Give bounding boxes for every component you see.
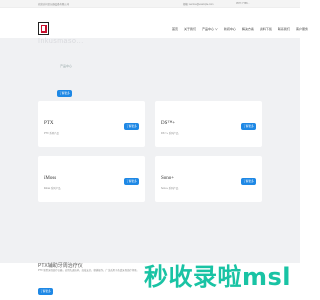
- nav-item-service[interactable]: 客户服务: [296, 27, 308, 31]
- section-watermark-title: Inkusmaso...: [38, 38, 84, 45]
- product-section: Inkusmaso... 产品中心 了解更多 PTX PTX 系列产品 了解更多…: [0, 38, 300, 263]
- card-more-button[interactable]: 了解更多: [241, 123, 256, 130]
- featured-product-text: PTX 新型牙周治疗仪器，应用先进技术，高效安全，便捷操作，广泛适用于各类牙周治…: [38, 269, 139, 272]
- card-desc: DS™+ 系列产品: [161, 132, 179, 135]
- email-text: 邮箱: service@example.com: [183, 2, 214, 6]
- card-name: Sono+: [161, 176, 175, 181]
- card-name: iMoss: [44, 176, 57, 181]
- nav-item-home[interactable]: 首页: [172, 27, 178, 31]
- product-card-ptx[interactable]: PTX PTX 系列产品 了解更多: [38, 101, 145, 147]
- nav-item-contact[interactable]: 联系我们: [278, 27, 290, 31]
- nav-item-news[interactable]: 新闻中心: [224, 27, 236, 31]
- product-card-ds[interactable]: DS™+ DS™+ 系列产品 了解更多: [155, 101, 262, 147]
- company-logo[interactable]: [38, 22, 49, 35]
- main-nav: 首页 关于我们 产品中心 ∨ 新闻中心 解决方案 资料下载 联系我们 客户服务: [172, 27, 314, 31]
- card-name: DS™+: [161, 121, 176, 126]
- card-desc: PTX 系列产品: [44, 132, 59, 135]
- nav-item-products[interactable]: 产品中心 ∨: [202, 27, 218, 31]
- top-info-bar: 欢迎访问某仪器设备有限公司 邮箱: service@example.com 05…: [0, 0, 300, 8]
- card-desc: Sono+ 系列产品: [161, 187, 179, 190]
- site-watermark: 秒收录啦msl: [144, 263, 292, 291]
- nav-item-downloads[interactable]: 资料下载: [260, 27, 272, 31]
- card-name: PTX: [44, 121, 54, 126]
- welcome-text: 欢迎访问某仪器设备有限公司: [38, 2, 70, 6]
- card-more-button[interactable]: 了解更多: [241, 178, 256, 185]
- hero-more-button[interactable]: 了解更多: [57, 90, 72, 97]
- product-card-sono[interactable]: Sono+ Sono+ 系列产品 了解更多: [155, 156, 262, 202]
- card-desc: iMoss 系列产品: [44, 187, 61, 190]
- nav-item-about[interactable]: 关于我们: [184, 27, 196, 31]
- site-header: 首页 关于我们 产品中心 ∨ 新闻中心 解决方案 资料下载 联系我们 客户服务: [0, 8, 308, 38]
- nav-item-solutions[interactable]: 解决方案: [242, 27, 254, 31]
- featured-more-button[interactable]: 了解更多: [38, 288, 53, 295]
- card-more-button[interactable]: 了解更多: [124, 123, 139, 130]
- phone-text: 0577-7788...: [236, 1, 250, 5]
- featured-product-title: PTX辅助牙周治疗仪: [38, 263, 83, 269]
- section-subtitle: 产品中心: [60, 64, 73, 68]
- card-more-button[interactable]: 了解更多: [124, 178, 139, 185]
- product-card-imoss[interactable]: iMoss iMoss 系列产品 了解更多: [38, 156, 145, 202]
